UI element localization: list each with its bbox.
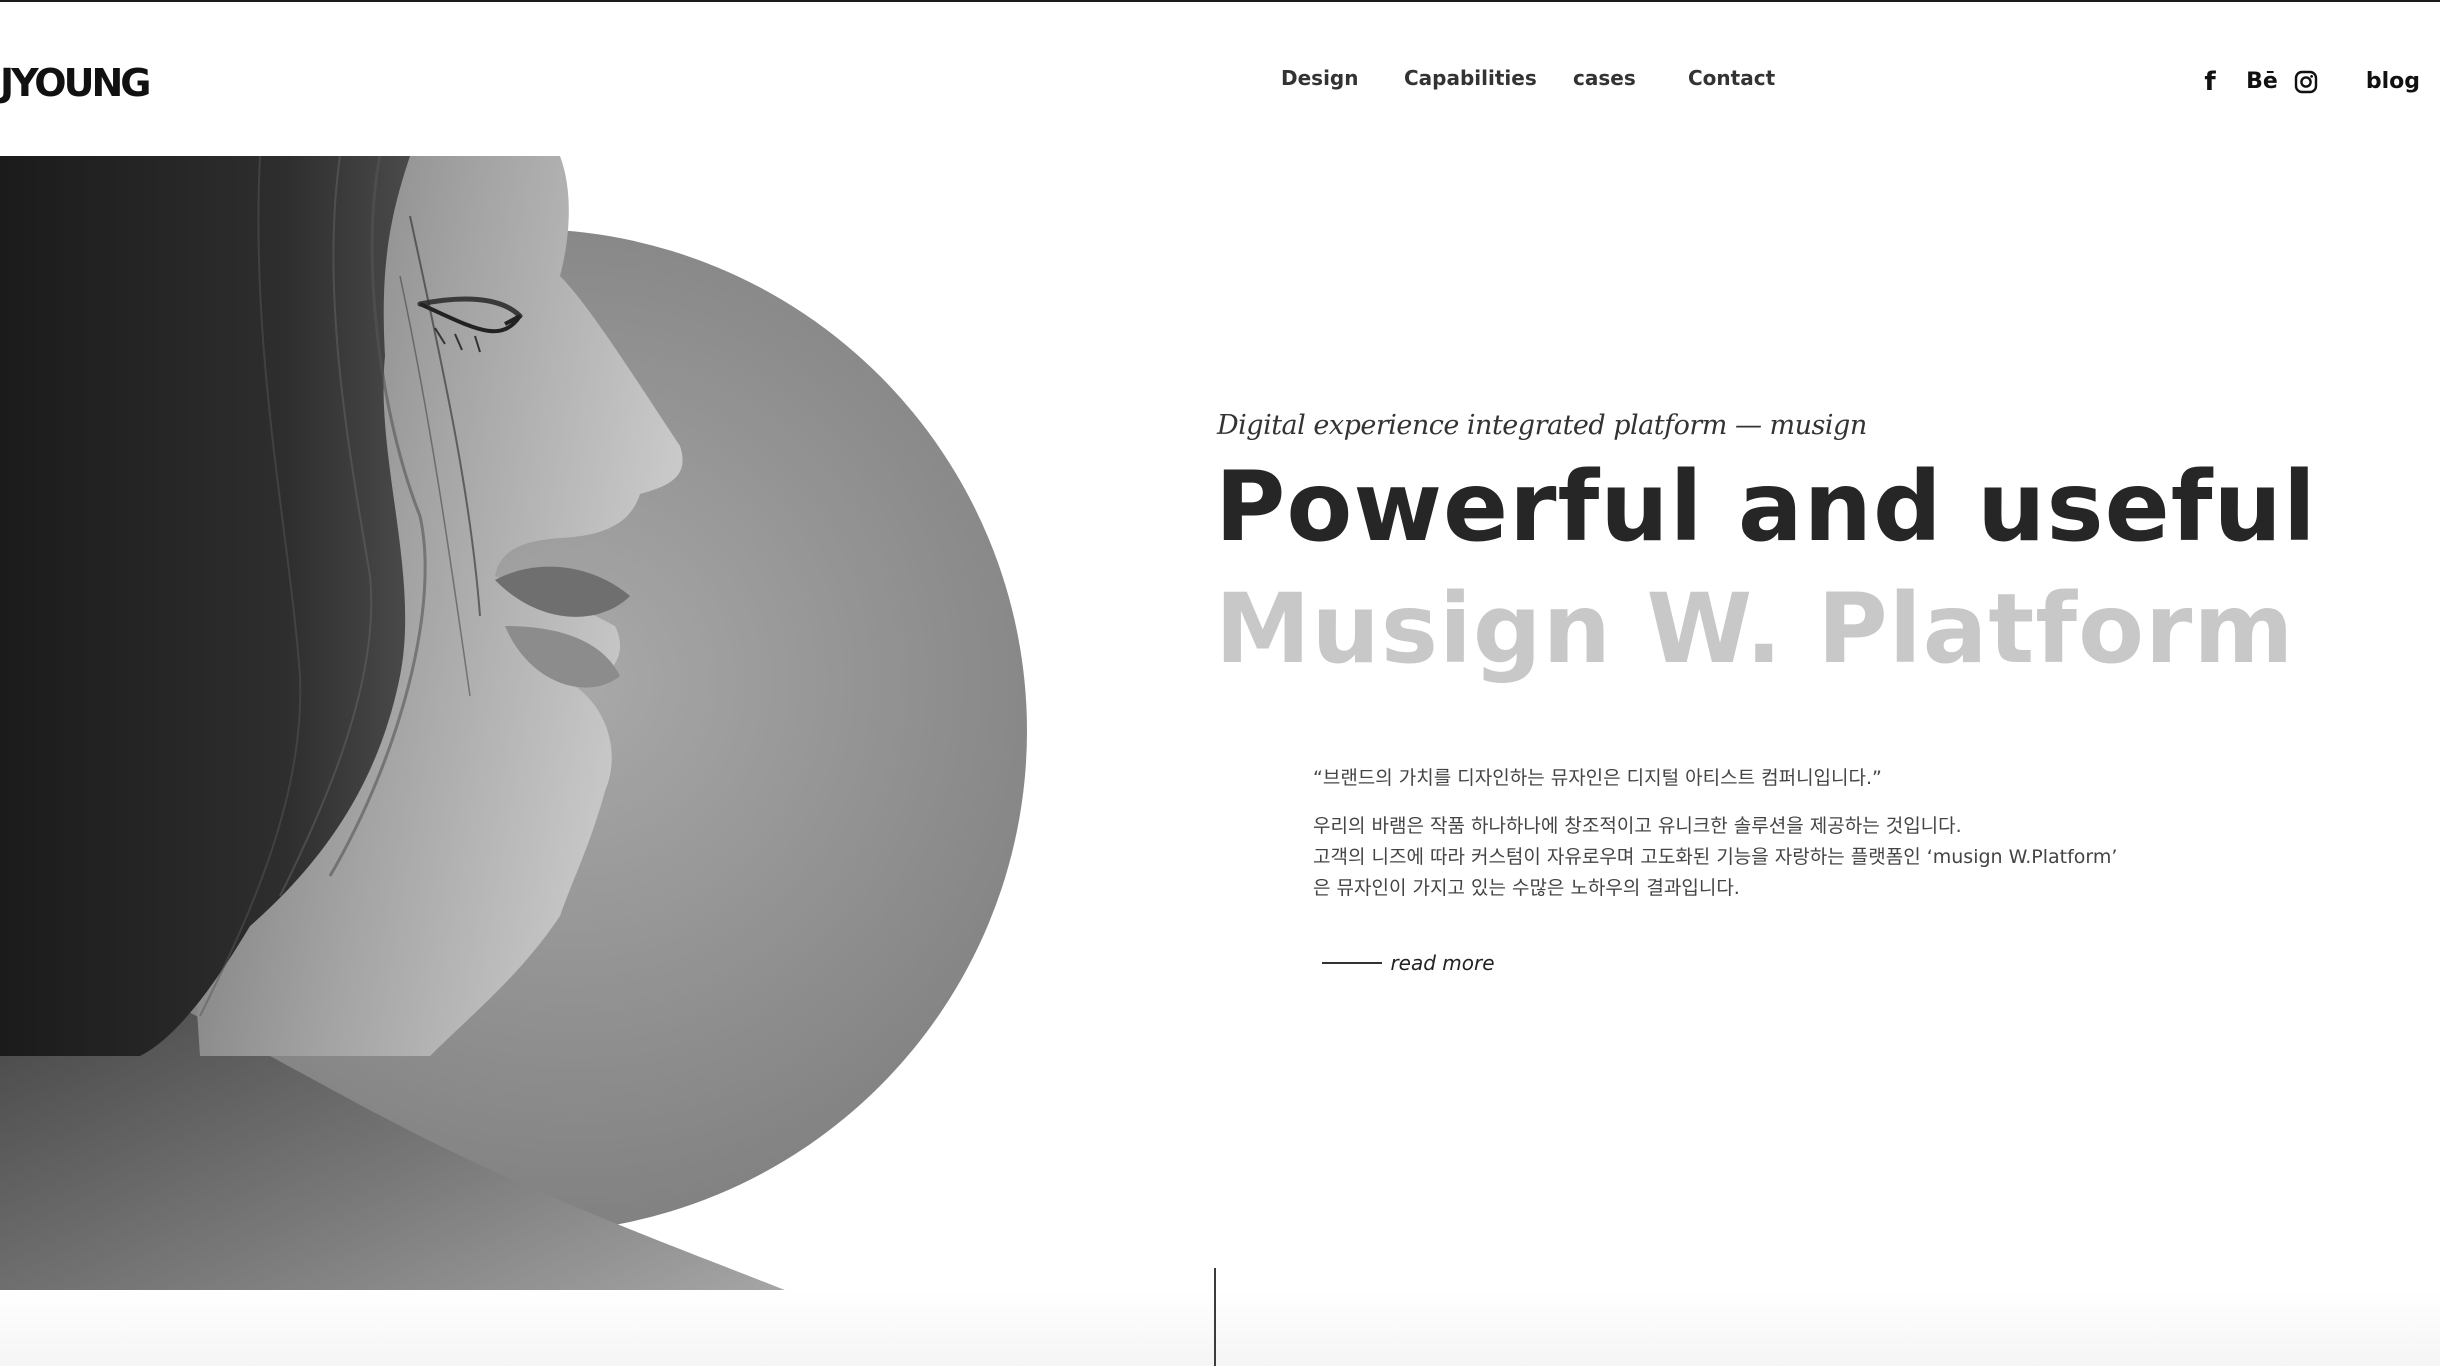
behance-icon[interactable]: Bē <box>2242 62 2282 102</box>
scroll-indicator-line <box>1214 1268 1216 1366</box>
hero-headline-line2: Musign W. Platform <box>1215 573 2295 685</box>
blog-link[interactable]: blog <box>2350 62 2440 102</box>
page: JYOUNG Design Capabilities cases Contact… <box>0 0 2440 1366</box>
profile-illustration <box>0 156 1027 1298</box>
nav-cases[interactable]: cases <box>1573 62 1636 94</box>
nav-contact[interactable]: Contact <box>1688 62 1775 94</box>
description-line: 고객의 니즈에 따라 커스텀이 자유로우며 고도화된 기능을 자랑하는 플랫폼인… <box>1313 846 2118 868</box>
nav-design[interactable]: Design <box>1281 62 1358 94</box>
hero-description: 우리의 바램은 작품 하나하나에 창조적이고 유니크한 솔루션을 제공하는 것입… <box>1313 811 2117 904</box>
hero-eyebrow: Digital experience integrated platform —… <box>1217 410 1867 441</box>
read-more-line <box>1322 962 1382 964</box>
top-border <box>0 0 2440 2</box>
logo[interactable]: JYOUNG <box>0 58 151 108</box>
description-line: 은 뮤자인이 가지고 있는 수많은 노하우의 결과입니다. <box>1313 877 1740 899</box>
facebook-icon[interactable]: f <box>2200 62 2220 102</box>
hero-quote: “브랜드의 가치를 디자인하는 뮤자인은 디지털 아티스트 컴퍼니입니다.” <box>1313 767 1882 789</box>
social-links: f Bē blog <box>2200 62 2440 102</box>
nav-capabilities[interactable]: Capabilities <box>1404 62 1537 94</box>
instagram-icon[interactable] <box>2294 62 2330 102</box>
read-more-label: read more <box>1390 951 1495 975</box>
bottom-band <box>0 1290 2440 1366</box>
instagram-glyph <box>2294 70 2318 94</box>
hero-headline-line1: Powerful and useful <box>1215 451 2317 563</box>
description-line: 우리의 바램은 작품 하나하나에 창조적이고 유니크한 솔루션을 제공하는 것입… <box>1313 815 1962 837</box>
read-more-link[interactable]: read more <box>1322 948 1495 978</box>
hero-image <box>0 156 1030 1298</box>
